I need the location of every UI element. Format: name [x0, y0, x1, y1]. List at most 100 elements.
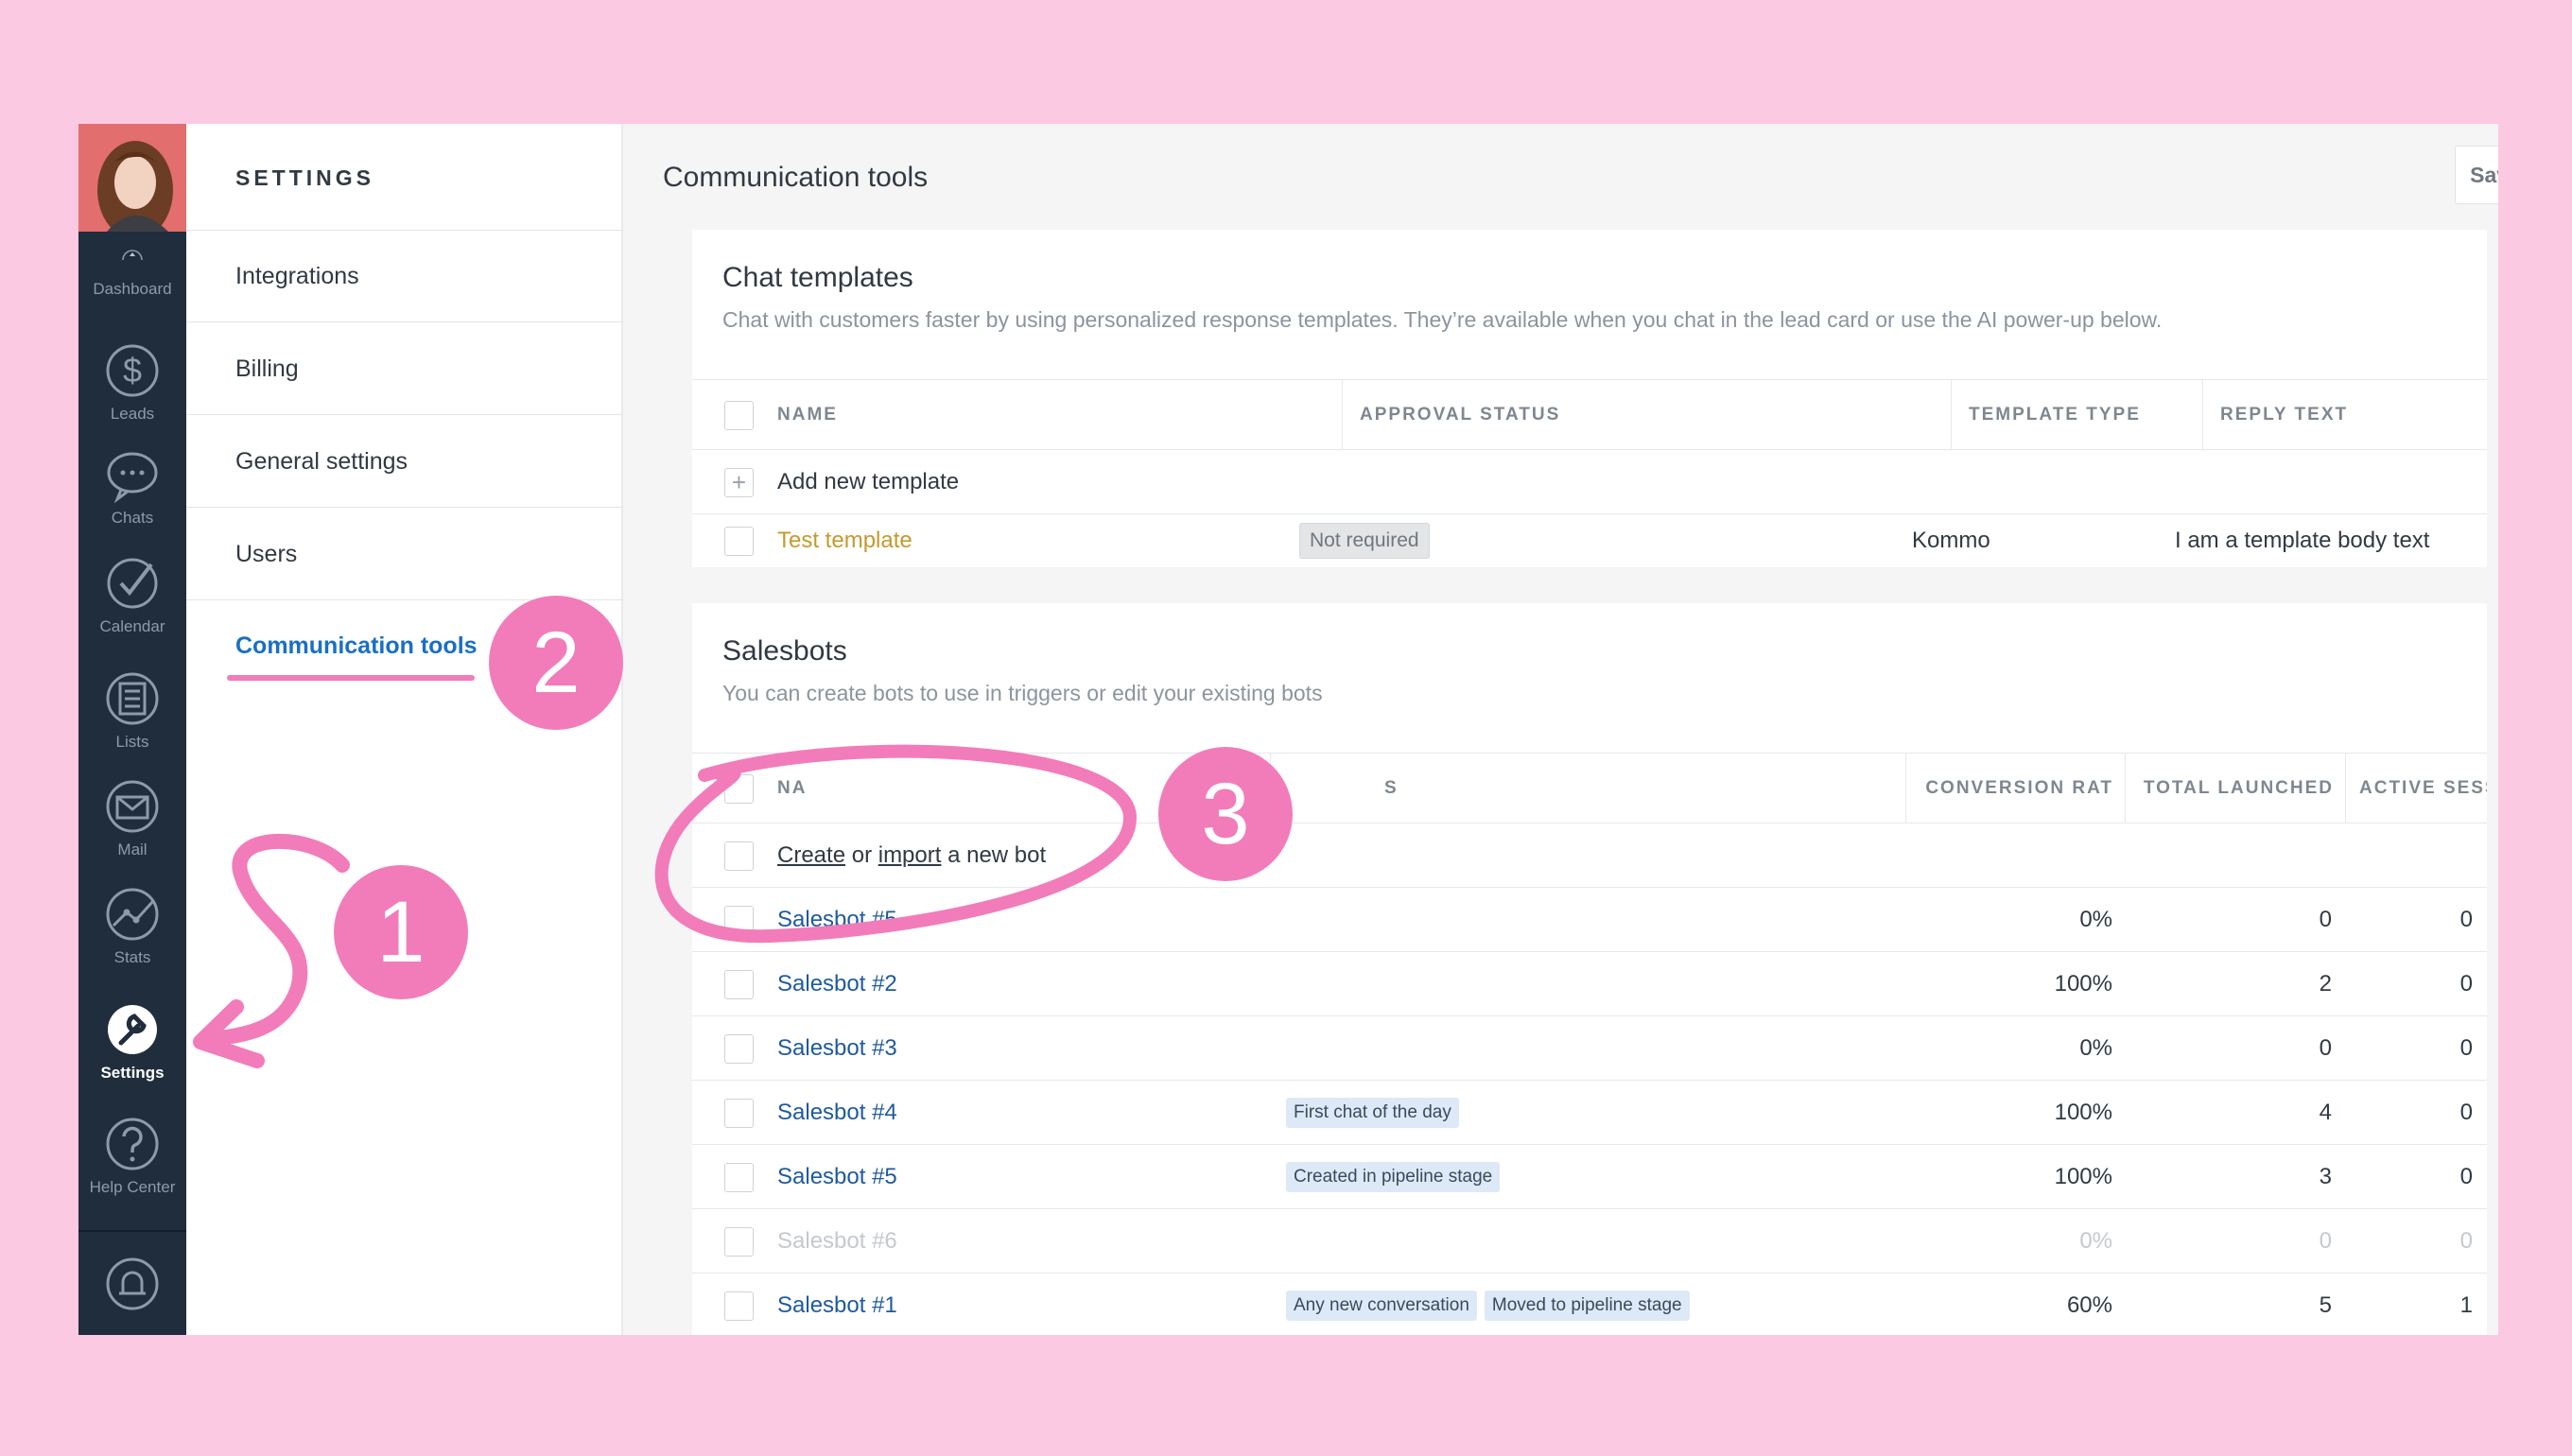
active-sessions: 0	[2459, 1034, 2473, 1061]
nav-label: Mail	[117, 841, 148, 858]
trigger-tag: First chat of the day	[1286, 1097, 1459, 1128]
column-header-approval-status[interactable]: APPROVAL STATUS	[1343, 380, 1952, 449]
total-launched: 0	[2319, 1227, 2332, 1254]
mail-icon	[106, 780, 159, 833]
nav-label: Leads	[110, 405, 155, 423]
page-title: Communication tools	[663, 162, 929, 193]
nav-leads[interactable]: $ Leads	[78, 322, 186, 433]
add-template-row[interactable]: + Add new template	[692, 450, 2487, 514]
nav-help-center[interactable]: Help Center	[78, 1092, 186, 1206]
bell-icon	[106, 1257, 159, 1309]
avatar[interactable]	[78, 124, 186, 232]
row-checkbox[interactable]	[724, 841, 754, 871]
template-type: Kommo	[1912, 528, 1990, 553]
salesbot-name-link[interactable]: Salesbot #2	[777, 952, 897, 1015]
table-row[interactable]: Salesbot #5 Created in pipeline stage 100%…	[692, 1145, 2487, 1209]
conversion-rate: 0%	[2079, 1227, 2112, 1254]
step-badge-1: 1	[334, 865, 468, 999]
nav-lists[interactable]: Lists	[78, 646, 186, 761]
total-launched: 4	[2319, 1099, 2332, 1125]
column-header-active-sessions[interactable]: ACTIVE SESSION	[2346, 754, 2487, 823]
nav-label: Calendar	[99, 617, 165, 635]
new-bot-text: a new bot	[947, 841, 1047, 868]
dashboard-icon	[122, 250, 143, 261]
row-checkbox[interactable]	[724, 1162, 754, 1192]
row-checkbox[interactable]	[724, 969, 754, 999]
nav-label: Chats	[111, 509, 154, 527]
check-icon	[107, 558, 158, 609]
active-sessions: 0	[2459, 970, 2473, 997]
add-template-label[interactable]: Add new template	[777, 450, 959, 513]
nav-mail[interactable]: Mail	[78, 761, 186, 869]
table-row[interactable]: Salesbot #4 First chat of the day 100% 4 0	[692, 1081, 2487, 1145]
import-bot-link[interactable]: import	[878, 842, 942, 869]
table-row[interactable]: Salesbot #3 0% 0 0	[692, 1016, 2487, 1081]
salesbot-name-link[interactable]: Salesbot #5	[777, 1145, 897, 1208]
trigger-tag: Moved to pipeline stage	[1484, 1290, 1690, 1321]
nav-settings[interactable]: Settings	[78, 977, 186, 1092]
create-bot-link[interactable]: Create	[777, 842, 845, 869]
table-row[interactable]: Salesbot #1 Any new conversation Moved to …	[692, 1274, 2487, 1335]
trigger-tag: Created in pipeline stage	[1286, 1161, 1501, 1192]
column-header-triggers[interactable]: S	[1271, 754, 1906, 823]
salesbot-name-link[interactable]: Salesbot #5	[777, 888, 897, 951]
row-checkbox[interactable]	[724, 1098, 754, 1128]
row-checkbox[interactable]	[724, 905, 754, 935]
menu-item-billing[interactable]: Billing	[235, 355, 299, 383]
salesbot-name-link[interactable]: Salesbot #1	[777, 1274, 897, 1335]
menu-item-users[interactable]: Users	[235, 541, 297, 568]
trigger-tags: Any new conversation Moved to pipeline st…	[1286, 1274, 1697, 1335]
salesbot-name-link[interactable]: Salesbot #3	[777, 1016, 897, 1080]
select-all-checkbox[interactable]	[724, 400, 754, 430]
nav-label: Settings	[100, 1064, 165, 1082]
active-sessions: 0	[2459, 1163, 2473, 1189]
active-sessions: 0	[2459, 1227, 2473, 1254]
select-all-checkbox[interactable]	[724, 773, 754, 804]
notifications-button[interactable]	[78, 1230, 186, 1335]
column-header-template-type[interactable]: TEMPLATE TYPE	[1952, 380, 2203, 449]
conversion-rate: 0%	[2079, 1034, 2112, 1061]
column-header-reply-text[interactable]: REPLY TEXT	[2203, 380, 2487, 449]
total-launched: 0	[2319, 906, 2332, 932]
stats-icon	[106, 888, 159, 941]
approval-status-badge: Not required	[1299, 523, 1430, 559]
nav-label: Dashboard	[93, 280, 172, 298]
trigger-tags: First chat of the day	[1286, 1081, 1467, 1144]
column-header-total-launched[interactable]: TOTAL LAUNCHED	[2126, 754, 2346, 823]
save-button[interactable]: Save	[2455, 146, 2498, 204]
template-name-link[interactable]: Test template	[777, 514, 912, 567]
menu-item-communication-tools[interactable]: Communication tools	[235, 633, 478, 660]
menu-item-integrations[interactable]: Integrations	[235, 263, 359, 290]
divider	[186, 230, 623, 231]
nav-stats[interactable]: Stats	[78, 869, 186, 977]
nav-label: Stats	[113, 948, 151, 966]
nav-calendar[interactable]: Calendar	[78, 537, 186, 646]
table-row[interactable]: Test template Not required Kommo I am a …	[692, 514, 2487, 567]
salesbot-name-link[interactable]: Salesbot #6	[777, 1209, 897, 1273]
total-launched: 2	[2319, 970, 2332, 997]
table-row[interactable]: Salesbot #2 100% 2 0	[692, 952, 2487, 1016]
main-content: Communication tools Save Chat templates …	[623, 124, 2498, 1335]
nav-dashboard[interactable]: Dashboard	[78, 233, 186, 308]
wrench-icon	[108, 1005, 157, 1054]
total-launched: 5	[2319, 1291, 2332, 1318]
svg-text:$: $	[123, 351, 142, 390]
plus-icon: +	[724, 467, 754, 497]
row-checkbox[interactable]	[724, 1033, 754, 1064]
salesbots-description: You can create bots to use in triggers o…	[722, 681, 1323, 705]
menu-item-general-settings[interactable]: General settings	[235, 448, 408, 476]
column-header-conversion-rate[interactable]: CONVERSION RAT	[1906, 754, 2126, 823]
row-checkbox[interactable]	[724, 1226, 754, 1257]
nav-chats[interactable]: Chats	[78, 433, 186, 537]
table-row[interactable]: Salesbot #5 0% 0 0	[692, 888, 2487, 952]
salesbot-name-link[interactable]: Salesbot #4	[777, 1081, 897, 1144]
active-sessions: 1	[2459, 1291, 2473, 1318]
row-checkbox[interactable]	[724, 1291, 754, 1321]
app-window: Dashboard $ Leads Chats Calendar Lists M…	[78, 124, 2498, 1335]
nav-label: Lists	[115, 733, 149, 751]
table-row[interactable]: Salesbot #6 0% 0 0	[692, 1209, 2487, 1274]
step-badge-2: 2	[489, 596, 623, 730]
column-header-name[interactable]: NAME	[760, 380, 1343, 449]
row-checkbox[interactable]	[724, 527, 754, 556]
trigger-tags: Created in pipeline stage	[1286, 1145, 1507, 1208]
